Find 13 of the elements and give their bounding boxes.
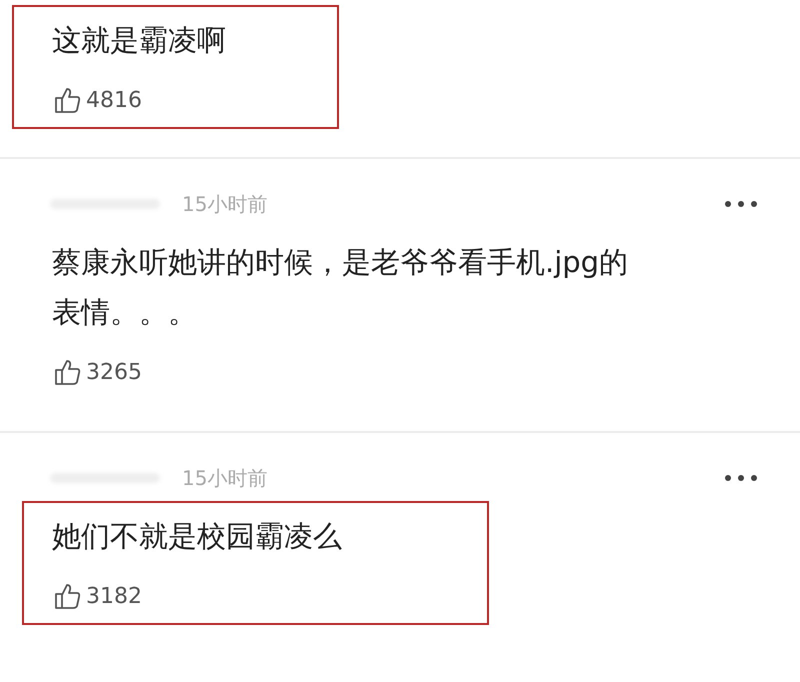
more-icon[interactable]	[724, 200, 758, 208]
comment-text: 她们不就是校园霸凌么	[52, 518, 343, 555]
like-count: 4816	[86, 88, 142, 112]
more-icon[interactable]	[724, 474, 758, 482]
comment-text: 这就是霸凌啊	[52, 22, 227, 59]
like-count: 3182	[86, 584, 142, 608]
comment-time: 15小时前	[182, 464, 268, 492]
thumbs-up-icon[interactable]	[52, 357, 82, 387]
comment-text: 蔡康永听她讲的时候，是老爷爷看手机.jpg的表情。。。	[52, 244, 630, 331]
thumbs-up-icon[interactable]	[52, 85, 82, 115]
like-count: 3265	[86, 360, 142, 384]
thumbs-up-icon[interactable]	[52, 581, 82, 611]
comment-time: 15小时前	[182, 190, 268, 218]
